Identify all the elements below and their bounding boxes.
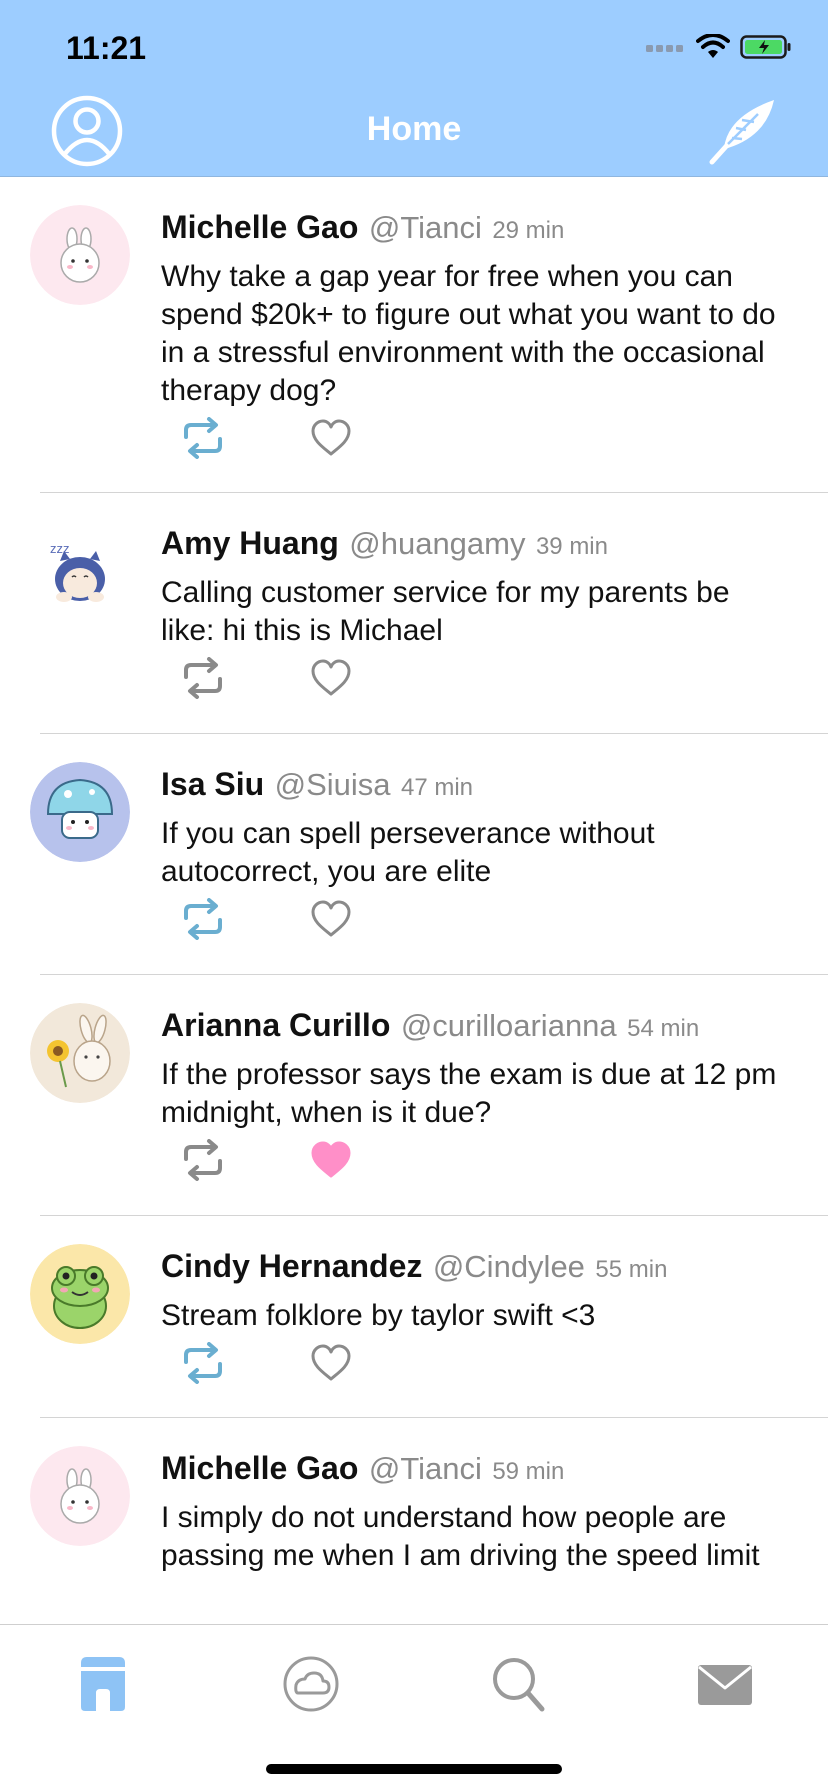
home-indicator[interactable] — [266, 1764, 562, 1774]
author-handle[interactable]: @Tianci — [369, 210, 482, 245]
wifi-icon — [696, 34, 730, 58]
cloud-icon — [283, 1656, 339, 1712]
sleeping-snorlax-avatar: zzz — [30, 521, 130, 621]
nav-header: 11:21 Home — [0, 0, 828, 177]
home-icon — [81, 1657, 125, 1711]
tweet-actions — [180, 898, 352, 940]
tweet-cell[interactable]: Michelle Gao @Tianci 59 min I simply do … — [0, 1418, 828, 1625]
tweet-actions — [180, 417, 352, 459]
retweet-icon[interactable] — [180, 1139, 226, 1181]
tab-messages[interactable] — [690, 1653, 760, 1715]
tweet-feed[interactable]: Michelle Gao @Tianci 29 min Why take a g… — [0, 177, 828, 1625]
battery-icon — [740, 35, 791, 59]
author-name[interactable]: Cindy Hernandez — [161, 1248, 422, 1284]
svg-text:zzz: zzz — [50, 541, 70, 556]
tweet-timestamp: 55 min — [595, 1256, 668, 1283]
tweet-text: If you can spell perseverance without au… — [161, 817, 655, 888]
tweet-header: Isa Siu @Siuisa 47 min — [161, 762, 788, 813]
tweet-header: Michelle Gao @Tianci 29 min — [161, 205, 788, 256]
author-name[interactable]: Isa Siu — [161, 766, 264, 802]
signal-icon — [646, 45, 683, 52]
retweet-icon[interactable] — [180, 1342, 226, 1384]
tweet-text: Calling customer service for my parents … — [161, 576, 730, 647]
author-handle[interactable]: @huangamy — [349, 526, 525, 561]
tweet-actions — [180, 657, 352, 699]
author-handle[interactable]: @Cindylee — [433, 1249, 585, 1284]
tweet-text: Stream folklore by taylor swift <3 — [161, 1299, 596, 1332]
tweet-content: Arianna Curillo @curilloarianna 54 min I… — [161, 1003, 788, 1132]
tweet-header: Cindy Hernandez @Cindylee 55 min — [161, 1244, 788, 1295]
tweet-cell[interactable]: Michelle Gao @Tianci 29 min Why take a g… — [0, 177, 828, 493]
tab-home[interactable] — [68, 1653, 138, 1715]
retweet-icon[interactable] — [180, 657, 226, 699]
author-handle[interactable]: @curilloarianna — [401, 1008, 617, 1043]
heart-icon[interactable] — [310, 658, 352, 698]
heart-filled-icon[interactable] — [310, 1140, 352, 1180]
retweet-icon[interactable] — [180, 417, 226, 459]
feather-icon — [709, 100, 774, 165]
bunny-sunflower-avatar — [30, 1003, 130, 1103]
avatar[interactable] — [30, 1446, 130, 1546]
author-name[interactable]: Michelle Gao — [161, 1450, 358, 1486]
author-handle[interactable]: @Tianci — [369, 1451, 482, 1486]
molang-bunny-avatar — [30, 1446, 130, 1546]
search-icon — [493, 1658, 545, 1712]
mail-icon — [698, 1665, 752, 1705]
avatar[interactable] — [30, 762, 130, 862]
molang-bunny-avatar — [30, 205, 130, 305]
avatar[interactable] — [30, 205, 130, 305]
mushroom-character-avatar — [30, 762, 130, 862]
page-title: Home — [366, 110, 462, 148]
green-frog-avatar — [30, 1244, 130, 1344]
tweet-timestamp: 29 min — [492, 217, 565, 244]
tweet-timestamp: 47 min — [400, 774, 474, 801]
tweet-header: Arianna Curillo @curilloarianna 54 min — [161, 1003, 788, 1054]
heart-icon[interactable] — [310, 899, 352, 939]
tweet-content: Michelle Gao @Tianci 29 min Why take a g… — [161, 205, 788, 410]
tweet-cell[interactable]: zzz Amy Huang @huangamy 39 min Calling c… — [0, 493, 828, 734]
tweet-text: If the professor says the exam is due at… — [161, 1058, 777, 1129]
author-name[interactable]: Michelle Gao — [161, 209, 358, 245]
tab-cloud[interactable] — [276, 1653, 346, 1715]
heart-icon[interactable] — [310, 418, 352, 458]
avatar[interactable] — [30, 1003, 130, 1103]
tab-search[interactable] — [484, 1653, 554, 1715]
author-name[interactable]: Arianna Curillo — [161, 1007, 390, 1043]
tweet-actions — [180, 1139, 352, 1181]
status-icons — [646, 34, 792, 60]
tweet-header: Amy Huang @huangamy 39 min — [161, 521, 788, 572]
tweet-text: Why take a gap year for free when you ca… — [161, 260, 776, 407]
tweet-content: Cindy Hernandez @Cindylee 55 min Stream … — [161, 1244, 788, 1335]
tweet-content: Isa Siu @Siuisa 47 min If you can spell … — [161, 762, 788, 891]
tweet-content: Michelle Gao @Tianci 59 min I simply do … — [161, 1446, 788, 1575]
tweet-timestamp: 39 min — [535, 533, 608, 560]
tweet-cell[interactable]: Isa Siu @Siuisa 47 min If you can spell … — [0, 734, 828, 975]
tweet-cell[interactable]: Cindy Hernandez @Cindylee 55 min Stream … — [0, 1216, 828, 1418]
status-time: 11:21 — [66, 30, 147, 66]
heart-icon[interactable] — [310, 1343, 352, 1383]
tweet-timestamp: 59 min — [492, 1458, 565, 1485]
author-name[interactable]: Amy Huang — [161, 525, 339, 561]
tweet-content: Amy Huang @huangamy 39 min Calling custo… — [161, 521, 788, 650]
tweet-text: I simply do not understand how people ar… — [161, 1501, 760, 1572]
tweet-header: Michelle Gao @Tianci 59 min — [161, 1446, 788, 1497]
tweet-actions — [180, 1342, 352, 1384]
retweet-icon[interactable] — [180, 898, 226, 940]
compose-button[interactable] — [706, 96, 780, 166]
avatar[interactable]: zzz — [30, 521, 130, 621]
tweet-cell[interactable]: Arianna Curillo @curilloarianna 54 min I… — [0, 975, 828, 1216]
avatar[interactable] — [30, 1244, 130, 1344]
author-handle[interactable]: @Siuisa — [275, 767, 391, 802]
home-screen: 11:21 Home Michelle Gao @Tianci 29 min W… — [0, 0, 828, 1792]
tweet-timestamp: 54 min — [627, 1015, 700, 1042]
